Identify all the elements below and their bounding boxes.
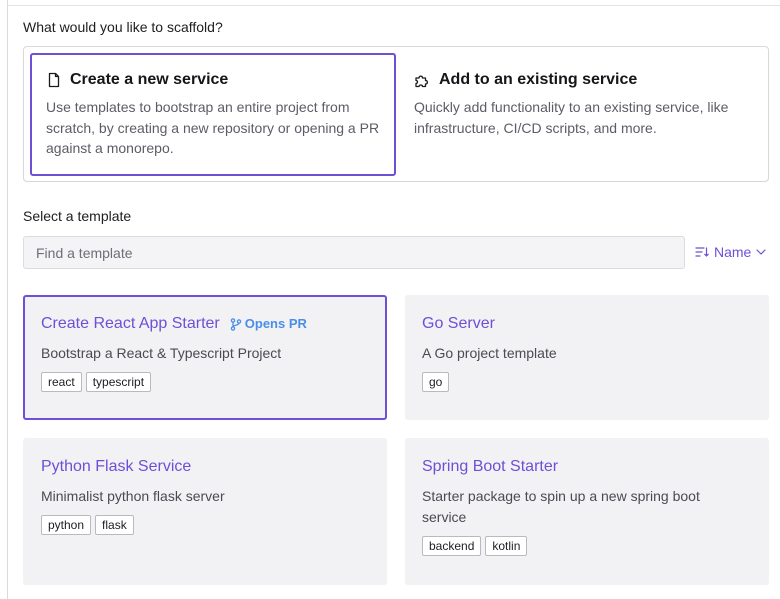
- tag: go: [422, 372, 450, 392]
- sort-label: Name: [714, 244, 752, 260]
- template-card-spring-boot-starter[interactable]: Spring Boot Starter Starter package to s…: [405, 438, 769, 585]
- tag: kotlin: [485, 536, 528, 556]
- template-description: Minimalist python flask server: [41, 488, 225, 504]
- template-search-input[interactable]: [23, 236, 685, 269]
- scaffold-page: What would you like to scaffold? Create …: [0, 0, 780, 599]
- template-description: Starter package to spin up a new spring …: [422, 488, 700, 525]
- left-divider: [7, 0, 8, 599]
- tag: typescript: [85, 372, 152, 392]
- tag: flask: [95, 515, 134, 535]
- template-card-python-flask-service[interactable]: Python Flask Service Minimalist python f…: [23, 438, 387, 585]
- option-create-new-service[interactable]: Create a new service Use templates to bo…: [30, 53, 396, 176]
- scaffold-options: Create a new service Use templates to bo…: [23, 46, 769, 182]
- tag-list: react typescript: [41, 372, 369, 392]
- puzzle-icon: [415, 75, 429, 88]
- template-description: A Go project template: [422, 345, 557, 361]
- option-title: Add to an existing service: [439, 71, 638, 88]
- git-branch-icon: [230, 317, 242, 331]
- tag-list: python flask: [41, 515, 371, 535]
- sort-icon: [695, 247, 709, 257]
- template-title: Create React App Starter: [41, 315, 220, 332]
- page-heading: What would you like to scaffold?: [23, 19, 223, 35]
- tag: python: [41, 515, 92, 535]
- chevron-down-icon: [756, 249, 766, 255]
- template-card-create-react-app-starter[interactable]: Create React App Starter Opens PR Bootst…: [23, 295, 387, 420]
- template-title: Python Flask Service: [41, 458, 192, 475]
- template-section-label: Select a template: [23, 208, 132, 224]
- tag-list: go: [422, 372, 753, 392]
- option-description: Use templates to bootstrap an entire pro…: [46, 99, 380, 156]
- opens-pr-label: Opens PR: [244, 316, 307, 331]
- tag-list: backend kotlin: [422, 536, 729, 556]
- option-description: Quickly add functionality to an existing…: [414, 99, 729, 136]
- option-title: Create a new service: [70, 71, 229, 88]
- option-add-to-existing-service[interactable]: Add to an existing service Quickly add f…: [398, 53, 764, 176]
- template-title: Go Server: [422, 315, 495, 332]
- sort-dropdown[interactable]: Name: [695, 241, 766, 263]
- template-description: Bootstrap a React & Typescript Project: [41, 345, 282, 361]
- template-title: Spring Boot Starter: [422, 458, 559, 475]
- tag: react: [41, 372, 82, 392]
- opens-pr-badge: Opens PR: [230, 313, 307, 335]
- file-icon: [48, 72, 60, 88]
- tag: backend: [422, 536, 482, 556]
- template-card-go-server[interactable]: Go Server A Go project template go: [405, 295, 769, 420]
- top-divider: [7, 5, 780, 6]
